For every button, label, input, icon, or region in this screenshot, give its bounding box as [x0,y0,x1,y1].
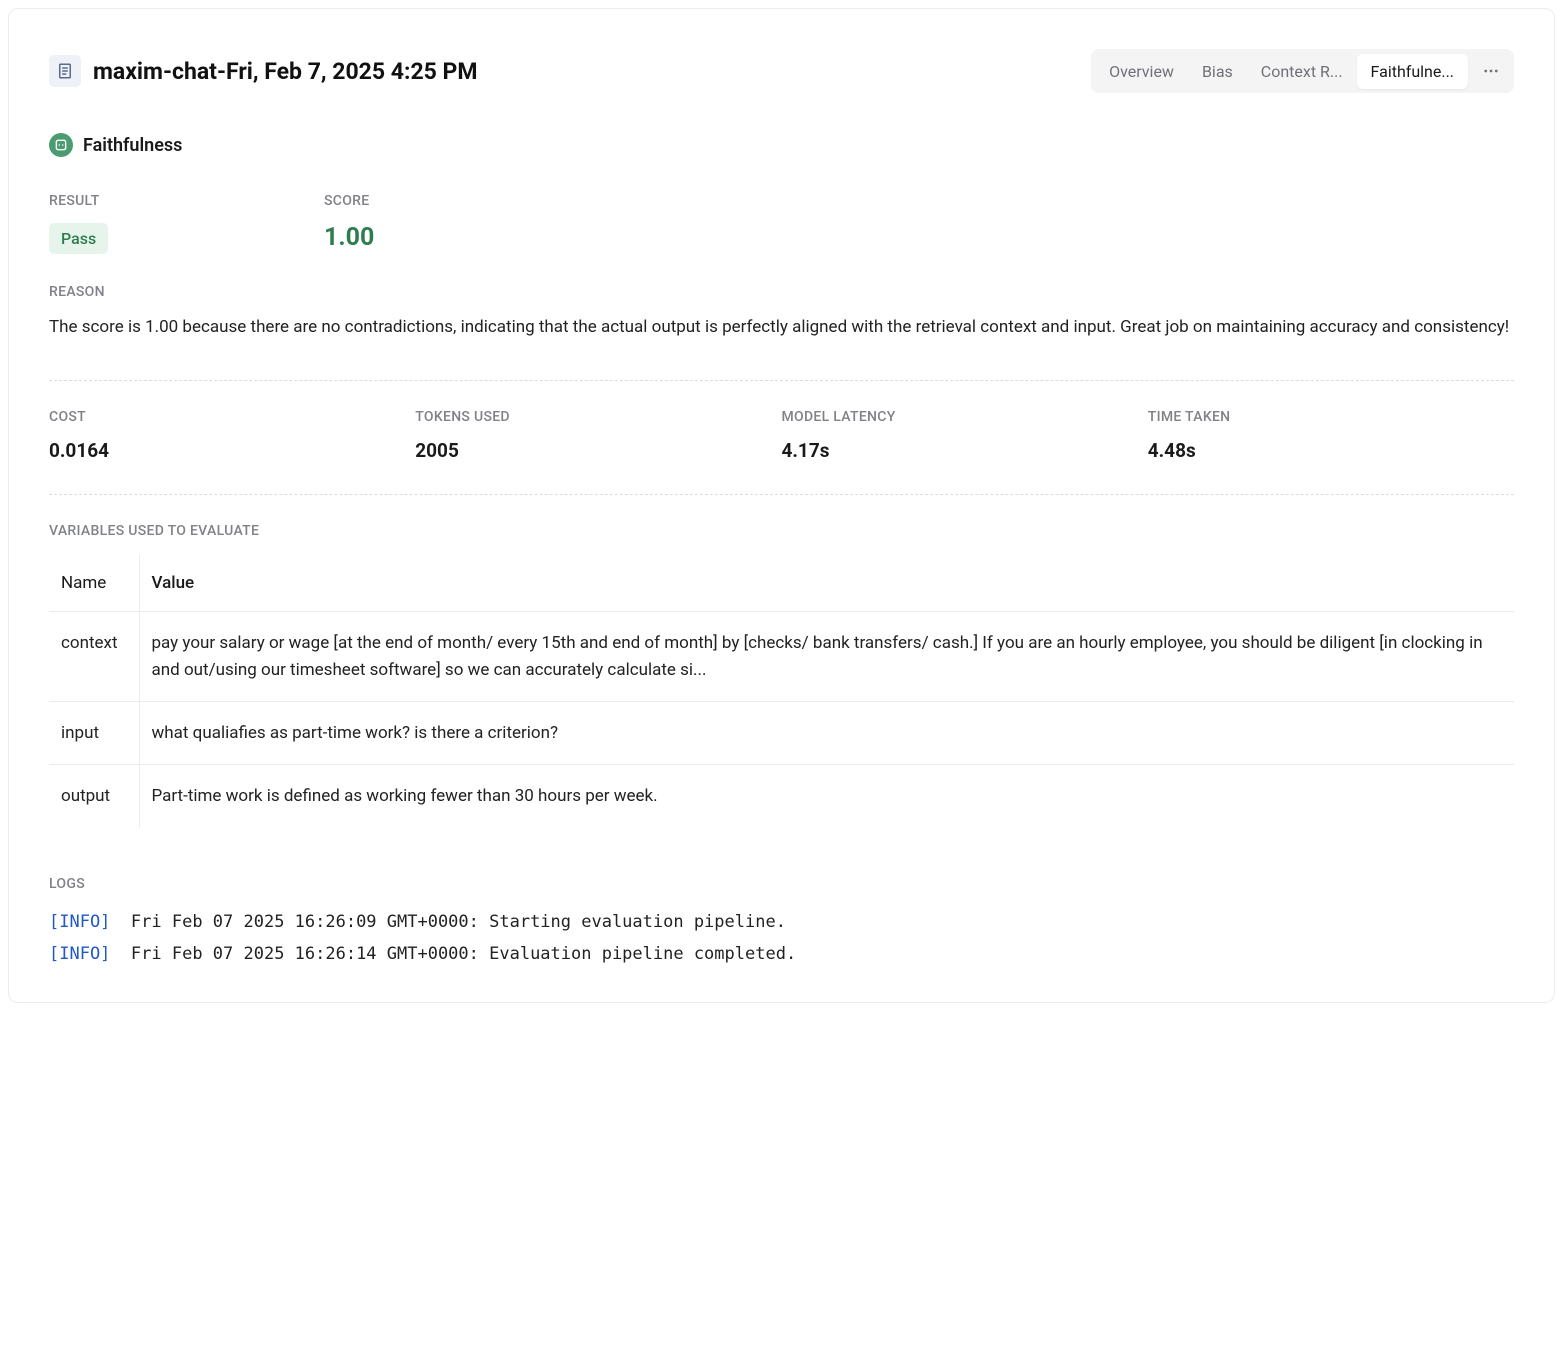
variables-heading: VARIABLES USED TO EVALUATE [49,523,1514,539]
result-col: RESULT Pass [49,193,324,254]
metric-time: TIME TAKEN 4.48s [1148,409,1514,462]
log-line: [INFO] Fri Feb 07 2025 16:26:14 GMT+0000… [49,938,1514,970]
var-name: input [49,702,139,765]
faithfulness-badge-icon [49,133,73,157]
more-button[interactable] [1472,53,1510,89]
log-msg: Fri Feb 07 2025 16:26:14 GMT+0000: Evalu… [131,944,796,964]
header-row: maxim-chat-Fri, Feb 7, 2025 4:25 PM Over… [49,49,1514,93]
result-score-row: RESULT Pass SCORE 1.00 [49,193,1514,254]
log-line: [INFO] Fri Feb 07 2025 16:26:09 GMT+0000… [49,906,1514,938]
time-value: 4.48s [1148,439,1514,462]
metrics-row: COST 0.0164 TOKENS USED 2005 MODEL LATEN… [49,409,1514,462]
page-title: maxim-chat-Fri, Feb 7, 2025 4:25 PM [93,58,478,85]
tab-context-relevance[interactable]: Context R... [1247,54,1357,89]
metric-tokens: TOKENS USED 2005 [415,409,781,462]
reason-text: The score is 1.00 because there are no c… [49,314,1514,340]
cost-label: COST [49,409,415,425]
metric-cost: COST 0.0164 [49,409,415,462]
tokens-value: 2005 [415,439,781,462]
evaluation-card: maxim-chat-Fri, Feb 7, 2025 4:25 PM Over… [8,8,1555,1003]
result-value: Pass [49,223,108,254]
latency-value: 4.17s [782,439,1148,462]
reason-label: REASON [49,284,1514,300]
score-value: 1.00 [324,223,599,252]
section-title: Faithfulness [83,135,182,156]
log-msg: Fri Feb 07 2025 16:26:09 GMT+0000: Start… [131,912,786,932]
table-row: context pay your salary or wage [at the … [49,612,1514,702]
score-label: SCORE [324,193,599,209]
var-value: Part-time work is defined as working few… [139,765,1514,828]
tab-overview[interactable]: Overview [1095,54,1188,89]
col-header-value: Value [139,555,1514,612]
score-col: SCORE 1.00 [324,193,599,254]
variables-table: Name Value context pay your salary or wa… [49,555,1514,827]
logs-block: [INFO] Fri Feb 07 2025 16:26:09 GMT+0000… [49,906,1514,971]
log-level: [INFO] [49,944,110,964]
separator [49,380,1514,381]
tabs: Overview Bias Context R... Faithfulne... [1091,49,1514,93]
table-row: input what qualiafies as part-time work?… [49,702,1514,765]
tab-bias[interactable]: Bias [1188,54,1247,89]
var-name: output [49,765,139,828]
title-wrap: maxim-chat-Fri, Feb 7, 2025 4:25 PM [49,55,478,87]
log-level: [INFO] [49,912,110,932]
time-label: TIME TAKEN [1148,409,1514,425]
section-header: Faithfulness [49,133,1514,157]
var-value: pay your salary or wage [at the end of m… [139,612,1514,702]
tokens-label: TOKENS USED [415,409,781,425]
var-name: context [49,612,139,702]
result-label: RESULT [49,193,324,209]
col-header-name: Name [49,555,139,612]
var-value: what qualiafies as part-time work? is th… [139,702,1514,765]
latency-label: MODEL LATENCY [782,409,1148,425]
more-horiz-icon [1482,62,1500,80]
separator [49,494,1514,495]
document-icon [49,55,81,87]
logs-heading: LOGS [49,876,1514,892]
tab-faithfulness[interactable]: Faithfulne... [1357,54,1468,89]
metric-latency: MODEL LATENCY 4.17s [782,409,1148,462]
table-row: output Part-time work is defined as work… [49,765,1514,828]
cost-value: 0.0164 [49,439,415,462]
